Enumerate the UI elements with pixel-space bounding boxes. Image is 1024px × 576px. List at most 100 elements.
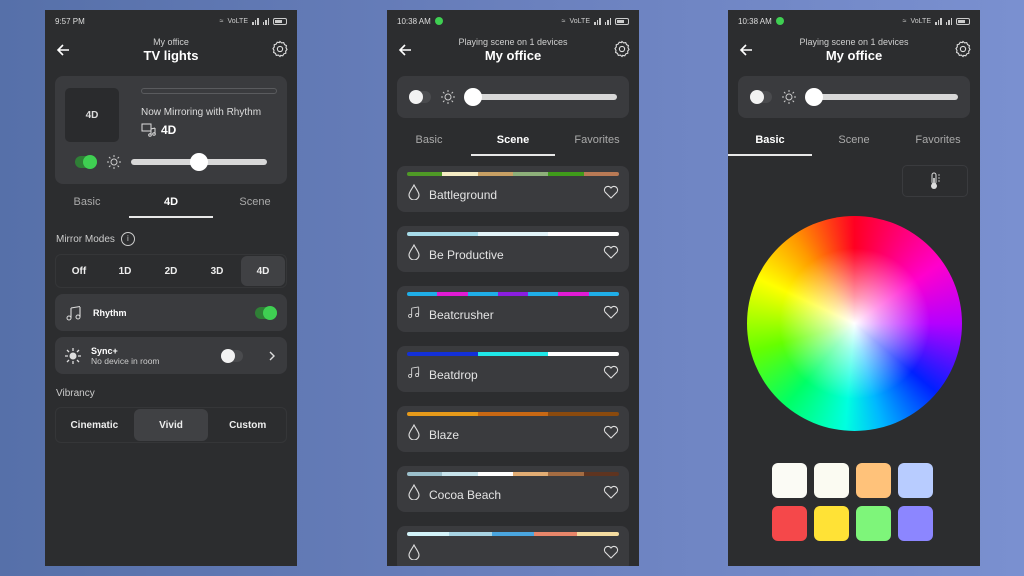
screen-music-icon: [141, 123, 156, 137]
vibrancy-cinematic-button[interactable]: Cinematic: [57, 409, 132, 441]
color-swatch[interactable]: [898, 463, 933, 498]
power-toggle[interactable]: [75, 155, 97, 169]
network-label: VoLTE: [910, 17, 932, 25]
brightness-slider[interactable]: [131, 153, 267, 171]
favorite-heart-icon[interactable]: [603, 485, 619, 504]
palette-segment: [407, 472, 443, 476]
brightness-icon: [107, 155, 121, 169]
network-label: VoLTE: [569, 17, 591, 25]
tab-4d[interactable]: 4D: [129, 184, 213, 218]
scene-color-palette: [407, 412, 619, 416]
mode-4d-button[interactable]: 4D: [241, 256, 285, 286]
mode-off-button[interactable]: Off: [57, 256, 101, 286]
page-title: My office: [825, 48, 883, 63]
room-name: My office: [153, 37, 189, 47]
palette-segment: [534, 532, 577, 536]
brightness-slider[interactable]: [464, 88, 617, 106]
tab-scene[interactable]: Scene: [213, 184, 297, 218]
mode-2d-button[interactable]: 2D: [149, 256, 193, 286]
sync-toggle[interactable]: [221, 348, 243, 363]
favorite-heart-icon[interactable]: [603, 365, 619, 384]
tab-scene[interactable]: Scene: [471, 122, 555, 156]
palette-segment: [477, 472, 513, 476]
info-icon[interactable]: i: [120, 232, 135, 246]
signal-icon-2: [604, 17, 611, 25]
palette-segment: [528, 292, 559, 296]
scene-name: Be Productive: [429, 247, 504, 262]
scene-name: Beatcrusher: [429, 307, 494, 322]
palette-segment: [548, 172, 584, 176]
signal-icon-2: [262, 17, 269, 25]
music-note-icon: [407, 304, 421, 325]
playing-status: Playing scene on 1 devices: [799, 37, 909, 47]
mode-3d-button[interactable]: 3D: [195, 256, 239, 286]
favorite-heart-icon[interactable]: [603, 425, 619, 444]
palette-segment: [407, 532, 450, 536]
droplet-icon: [407, 483, 421, 505]
page-header: My office TV lights: [45, 32, 297, 68]
power-toggle[interactable]: [750, 90, 772, 104]
chevron-right-icon[interactable]: [267, 350, 277, 362]
signal-icon: [594, 17, 601, 25]
brightness-slider[interactable]: [805, 88, 958, 106]
favorite-heart-icon[interactable]: [603, 185, 619, 204]
settings-gear-icon[interactable]: [954, 40, 972, 58]
tab-basic[interactable]: Basic: [387, 122, 471, 156]
tab-basic[interactable]: Basic: [45, 184, 129, 218]
rhythm-toggle[interactable]: [255, 305, 277, 320]
color-swatch[interactable]: [772, 506, 807, 541]
vibrancy-label: Vibrancy: [56, 388, 95, 399]
tab-favorites[interactable]: Favorites: [555, 122, 639, 156]
brightness-slider-thumb[interactable]: [464, 88, 482, 106]
power-toggle[interactable]: [409, 90, 431, 104]
favorite-heart-icon[interactable]: [603, 545, 619, 564]
brightness-slider-thumb[interactable]: [805, 88, 823, 106]
palette-segment: [477, 172, 513, 176]
scene-card[interactable]: Battleground: [397, 166, 629, 212]
tab-scene[interactable]: Scene: [812, 122, 896, 156]
vibrancy-custom-button[interactable]: Custom: [210, 409, 285, 441]
palette-segment: [512, 172, 549, 176]
scene-card[interactable]: Blaze: [397, 406, 629, 452]
favorite-heart-icon[interactable]: [603, 305, 619, 324]
palette-segment: [407, 412, 478, 416]
sync-row[interactable]: Sync+ No device in room: [55, 337, 287, 374]
scene-card[interactable]: Be Productive: [397, 226, 629, 272]
back-arrow-icon[interactable]: [55, 42, 71, 58]
mode-1d-button[interactable]: 1D: [103, 256, 147, 286]
tab-basic[interactable]: Basic: [728, 122, 812, 156]
tab-favorites[interactable]: Favorites: [896, 122, 980, 156]
favorite-heart-icon[interactable]: [603, 245, 619, 264]
scene-card[interactable]: Cocoa Beach: [397, 466, 629, 512]
back-arrow-icon[interactable]: [397, 42, 413, 58]
phone-screen-basic: 10:38 AM ≈ VoLTE Playing scene on 1 devi…: [728, 10, 980, 566]
brightness-slider-thumb[interactable]: [190, 153, 208, 171]
brightness-icon: [782, 90, 796, 104]
color-swatch[interactable]: [856, 506, 891, 541]
scene-card[interactable]: Beatdrop: [397, 346, 629, 392]
mirror-modes-section: Mirror Modes i: [45, 232, 297, 246]
color-swatch[interactable]: [772, 463, 807, 498]
color-wheel[interactable]: [747, 216, 962, 431]
status-time: 9:57 PM: [55, 16, 85, 26]
color-swatch[interactable]: [898, 506, 933, 541]
color-swatch[interactable]: [814, 506, 849, 541]
color-swatch[interactable]: [814, 463, 849, 498]
droplet-icon: [407, 543, 421, 565]
4d-thumbnail: 4D: [65, 88, 119, 142]
scene-card[interactable]: Beatcrusher: [397, 286, 629, 332]
scene-card[interactable]: [397, 526, 629, 566]
color-swatch[interactable]: [856, 463, 891, 498]
mirror-modes-label: Mirror Modes: [56, 233, 115, 245]
palette-segment: [477, 232, 549, 236]
scene-name: Beatdrop: [429, 367, 478, 382]
settings-gear-icon[interactable]: [271, 40, 289, 58]
settings-gear-icon[interactable]: [613, 40, 631, 58]
rhythm-row[interactable]: Rhythm: [55, 294, 287, 331]
back-arrow-icon[interactable]: [738, 42, 754, 58]
color-temperature-button[interactable]: [902, 165, 968, 197]
wifi-icon: ≈: [219, 17, 224, 25]
control-card: [738, 76, 970, 118]
vibrancy-vivid-button[interactable]: Vivid: [133, 409, 209, 441]
sync-sublabel: No device in room: [91, 355, 160, 366]
